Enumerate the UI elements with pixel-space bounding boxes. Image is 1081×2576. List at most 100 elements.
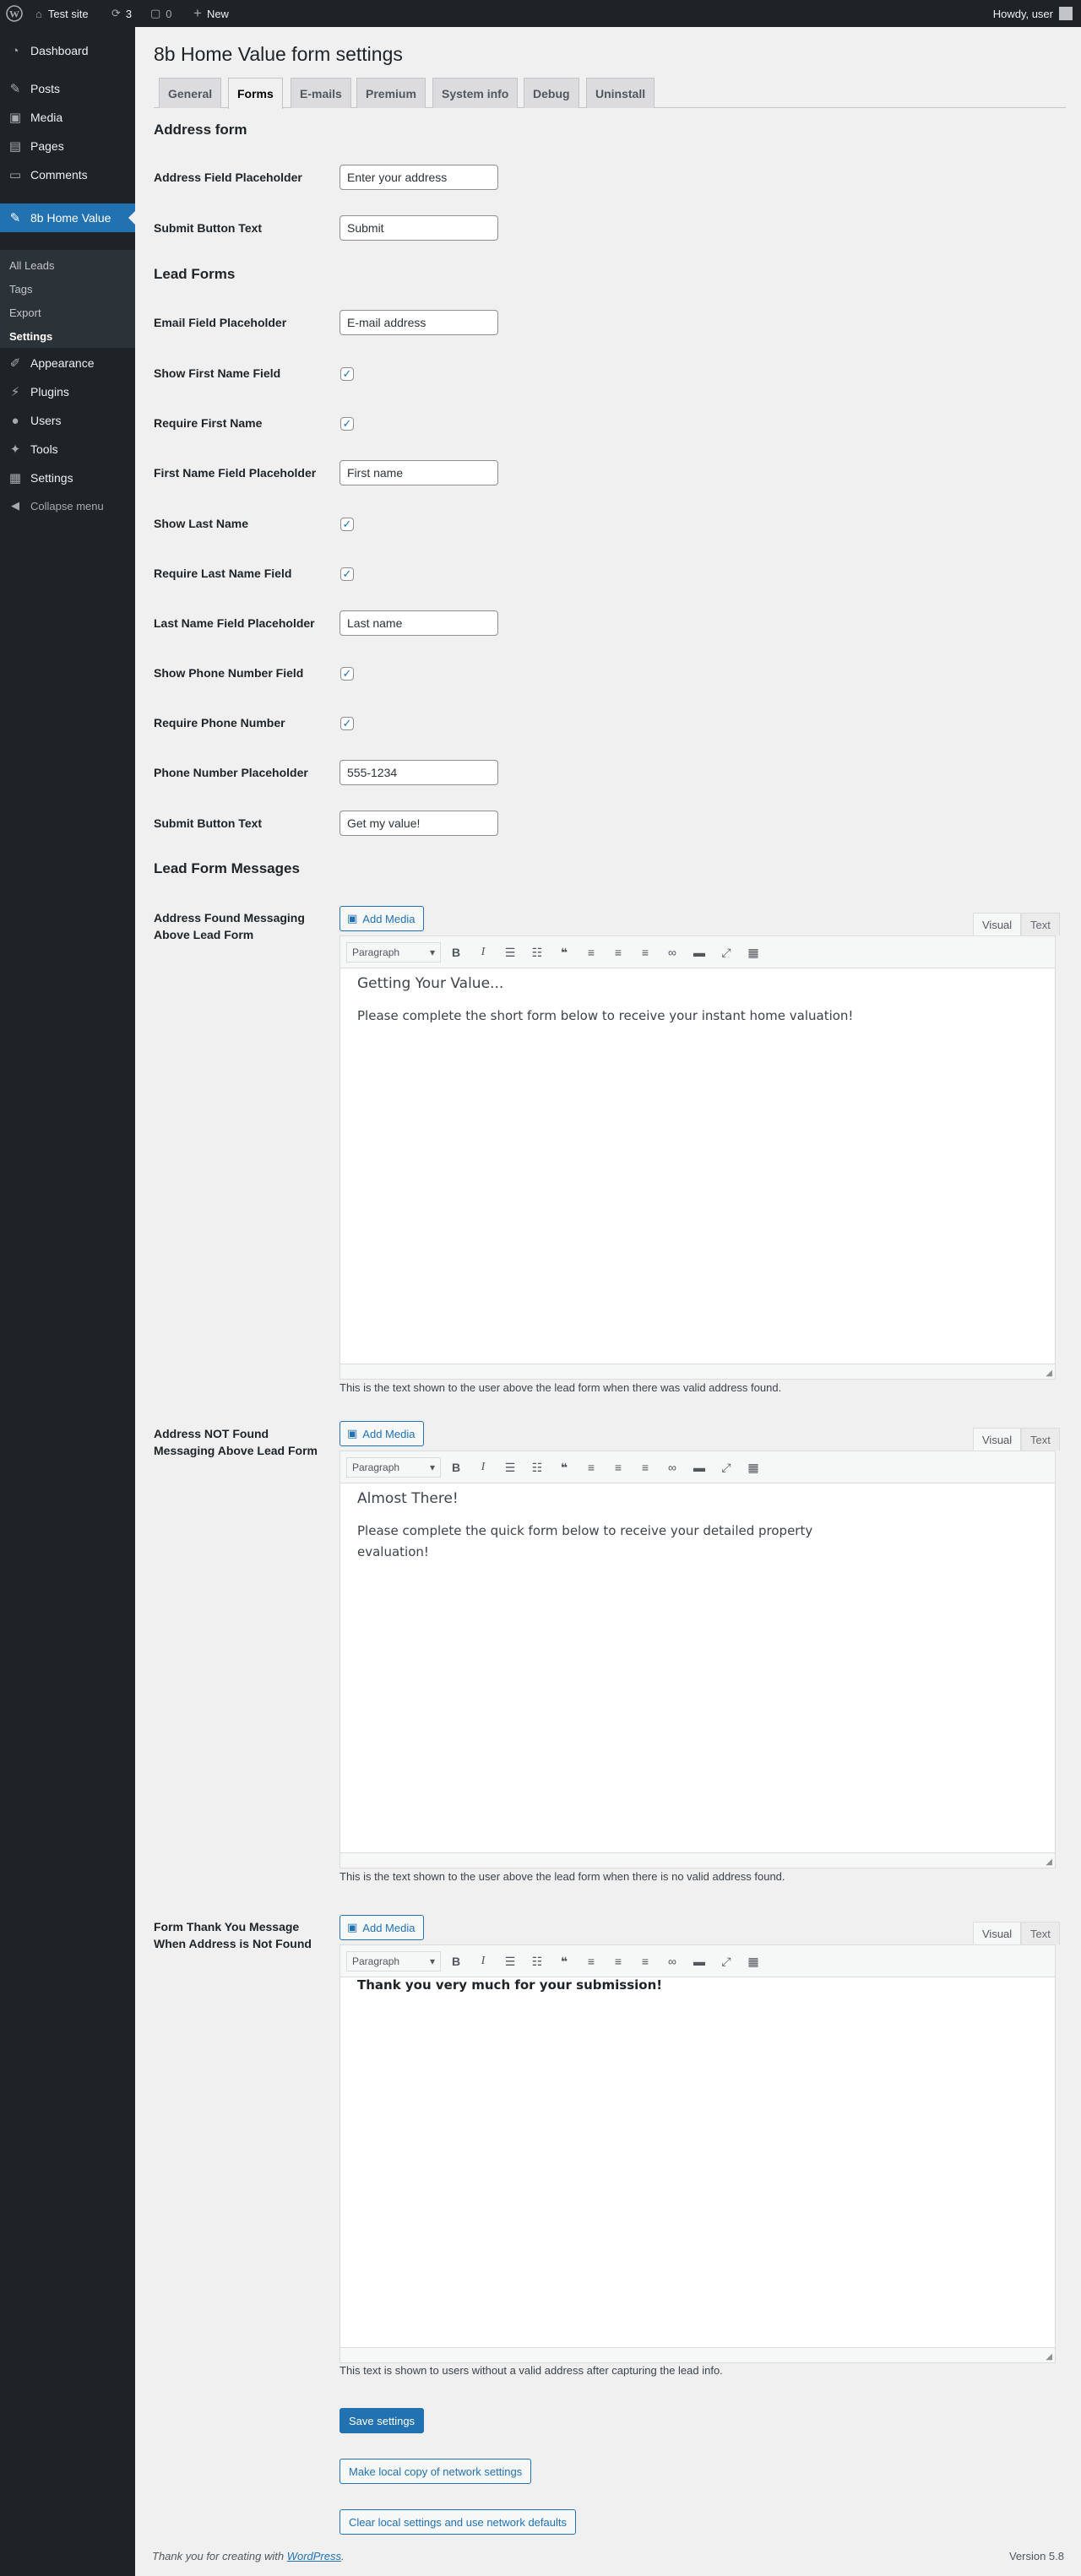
wordpress-link[interactable]: WordPress [287, 2550, 341, 2562]
italic-icon[interactable]: I [472, 942, 494, 963]
tab-visual[interactable]: Visual [973, 1428, 1022, 1451]
menu-dashboard[interactable]: ◔ Dashboard [0, 36, 135, 65]
menu-settings[interactable]: ▦ Settings [0, 464, 135, 492]
require-first-name-checkbox[interactable]: ✓ [340, 417, 354, 431]
submenu-all-leads[interactable]: All Leads [9, 259, 54, 272]
menu-pages[interactable]: ▤ Pages [0, 132, 135, 160]
resize-handle-icon[interactable]: ◢ [1046, 1857, 1052, 1867]
add-media-button[interactable]: ▣ Add Media [340, 906, 425, 931]
italic-icon[interactable]: I [472, 1457, 494, 1478]
menu-tools[interactable]: ✦ Tools [0, 435, 135, 464]
align-right-icon[interactable]: ≡ [634, 942, 656, 963]
read-more-icon[interactable]: ▬ [688, 1951, 710, 1971]
menu-plugins[interactable]: ⚡ Plugins [0, 377, 135, 406]
add-media-button[interactable]: ▣ Add Media [340, 1421, 425, 1446]
address-placeholder-input[interactable] [340, 165, 498, 190]
link-icon[interactable]: ∞ [661, 1951, 683, 1971]
my-account[interactable]: Howdy, user [993, 0, 1073, 27]
link-icon[interactable]: ∞ [661, 1457, 683, 1478]
menu-8b-home-value[interactable]: ✎ 8b Home Value [0, 203, 135, 232]
add-media-button[interactable]: ▣ Add Media [340, 1915, 425, 1940]
resize-handle-icon[interactable]: ◢ [1046, 2352, 1052, 2362]
tab-forms[interactable]: Forms [228, 78, 283, 109]
tab-visual[interactable]: Visual [973, 913, 1022, 935]
tab-system-info[interactable]: System info [432, 78, 519, 108]
align-left-icon[interactable]: ≡ [580, 1951, 602, 1971]
first-name-placeholder-input[interactable] [340, 460, 498, 485]
editor-content[interactable]: Thank you very much for your submission! [340, 1977, 1055, 1999]
submenu-tags[interactable]: Tags [9, 283, 32, 296]
not-found-message-editor[interactable]: Paragraph ▾ B I ☰ ☷ ❝ ≡ ≡ ≡ ∞ ▬ ⤢ ▦ Almos… [340, 1451, 1056, 1868]
new-content-link[interactable]: + New [193, 0, 229, 27]
site-name-link[interactable]: ⌂ Test site [35, 0, 89, 27]
numbered-list-icon[interactable]: ☷ [526, 942, 548, 963]
email-placeholder-input[interactable] [340, 310, 498, 335]
align-right-icon[interactable]: ≡ [634, 1457, 656, 1478]
blockquote-icon[interactable]: ❝ [553, 1457, 575, 1478]
tab-visual[interactable]: Visual [973, 1922, 1022, 1944]
tab-emails[interactable]: E-mails [291, 78, 351, 108]
submenu-settings[interactable]: Settings [9, 330, 52, 343]
fullscreen-icon[interactable]: ⤢ [715, 942, 737, 963]
align-center-icon[interactable]: ≡ [607, 1457, 629, 1478]
tab-text[interactable]: Text [1021, 913, 1060, 935]
menu-users[interactable]: ● Users [0, 406, 135, 435]
italic-icon[interactable]: I [472, 1951, 494, 1971]
found-message-editor[interactable]: Paragraph ▾ B I ☰ ☷ ❝ ≡ ≡ ≡ ∞ ▬ ⤢ ▦ Getti… [340, 935, 1056, 1380]
require-phone-checkbox[interactable]: ✓ [340, 717, 354, 730]
tab-text[interactable]: Text [1021, 1922, 1060, 1944]
bullet-list-icon[interactable]: ☰ [499, 1457, 521, 1478]
bold-icon[interactable]: B [445, 942, 467, 963]
comments-link[interactable]: ▢ 0 [150, 0, 172, 27]
read-more-icon[interactable]: ▬ [688, 942, 710, 963]
show-last-name-checkbox[interactable]: ✓ [340, 518, 354, 531]
last-name-placeholder-input[interactable] [340, 610, 498, 636]
toolbar-toggle-icon[interactable]: ▦ [742, 942, 764, 963]
numbered-list-icon[interactable]: ☷ [526, 1951, 548, 1971]
show-first-name-checkbox[interactable]: ✓ [340, 367, 354, 381]
submenu-export[interactable]: Export [9, 306, 41, 319]
menu-media[interactable]: ▣ Media [0, 103, 135, 132]
align-center-icon[interactable]: ≡ [607, 1951, 629, 1971]
tab-uninstall[interactable]: Uninstall [586, 78, 655, 108]
editor-content[interactable]: Getting Your Value... Please complete th… [340, 968, 1055, 1033]
toolbar-toggle-icon[interactable]: ▦ [742, 1951, 764, 1971]
collapse-menu-button[interactable]: ◀ Collapse menu [0, 493, 135, 518]
read-more-icon[interactable]: ▬ [688, 1457, 710, 1478]
tab-text[interactable]: Text [1021, 1428, 1060, 1451]
bullet-list-icon[interactable]: ☰ [499, 942, 521, 963]
align-right-icon[interactable]: ≡ [634, 1951, 656, 1971]
updates-link[interactable]: ⟳ 3 [111, 0, 132, 27]
menu-comments[interactable]: ▭ Comments [0, 160, 135, 189]
fullscreen-icon[interactable]: ⤢ [715, 1457, 737, 1478]
fullscreen-icon[interactable]: ⤢ [715, 1951, 737, 1971]
bullet-list-icon[interactable]: ☰ [499, 1951, 521, 1971]
tab-general[interactable]: General [159, 78, 222, 108]
show-phone-checkbox[interactable]: ✓ [340, 667, 354, 681]
phone-placeholder-input[interactable] [340, 760, 498, 785]
format-select[interactable]: Paragraph ▾ [346, 942, 441, 963]
tab-debug[interactable]: Debug [524, 78, 579, 108]
lead-submit-input[interactable] [340, 811, 498, 836]
clear-local-settings-button[interactable]: Clear local settings and use network def… [340, 2509, 576, 2535]
format-select[interactable]: Paragraph ▾ [346, 1951, 441, 1971]
align-left-icon[interactable]: ≡ [580, 1457, 602, 1478]
toolbar-toggle-icon[interactable]: ▦ [742, 1457, 764, 1478]
numbered-list-icon[interactable]: ☷ [526, 1457, 548, 1478]
editor-content[interactable]: Almost There! Please complete the quick … [340, 1483, 1055, 1570]
bold-icon[interactable]: B [445, 1457, 467, 1478]
blockquote-icon[interactable]: ❝ [553, 1951, 575, 1971]
blockquote-icon[interactable]: ❝ [553, 942, 575, 963]
link-icon[interactable]: ∞ [661, 942, 683, 963]
tab-premium[interactable]: Premium [356, 78, 426, 108]
thank-you-message-editor[interactable]: Paragraph ▾ B I ☰ ☷ ❝ ≡ ≡ ≡ ∞ ▬ ⤢ ▦ Thank… [340, 1944, 1056, 2363]
address-submit-input[interactable] [340, 215, 498, 241]
resize-handle-icon[interactable]: ◢ [1046, 1369, 1052, 1378]
align-left-icon[interactable]: ≡ [580, 942, 602, 963]
align-center-icon[interactable]: ≡ [607, 942, 629, 963]
menu-posts[interactable]: ✎ Posts [0, 74, 135, 103]
bold-icon[interactable]: B [445, 1951, 467, 1971]
menu-appearance[interactable]: ✐ Appearance [0, 349, 135, 377]
format-select[interactable]: Paragraph ▾ [346, 1457, 441, 1478]
save-settings-button[interactable]: Save settings [340, 2408, 425, 2433]
